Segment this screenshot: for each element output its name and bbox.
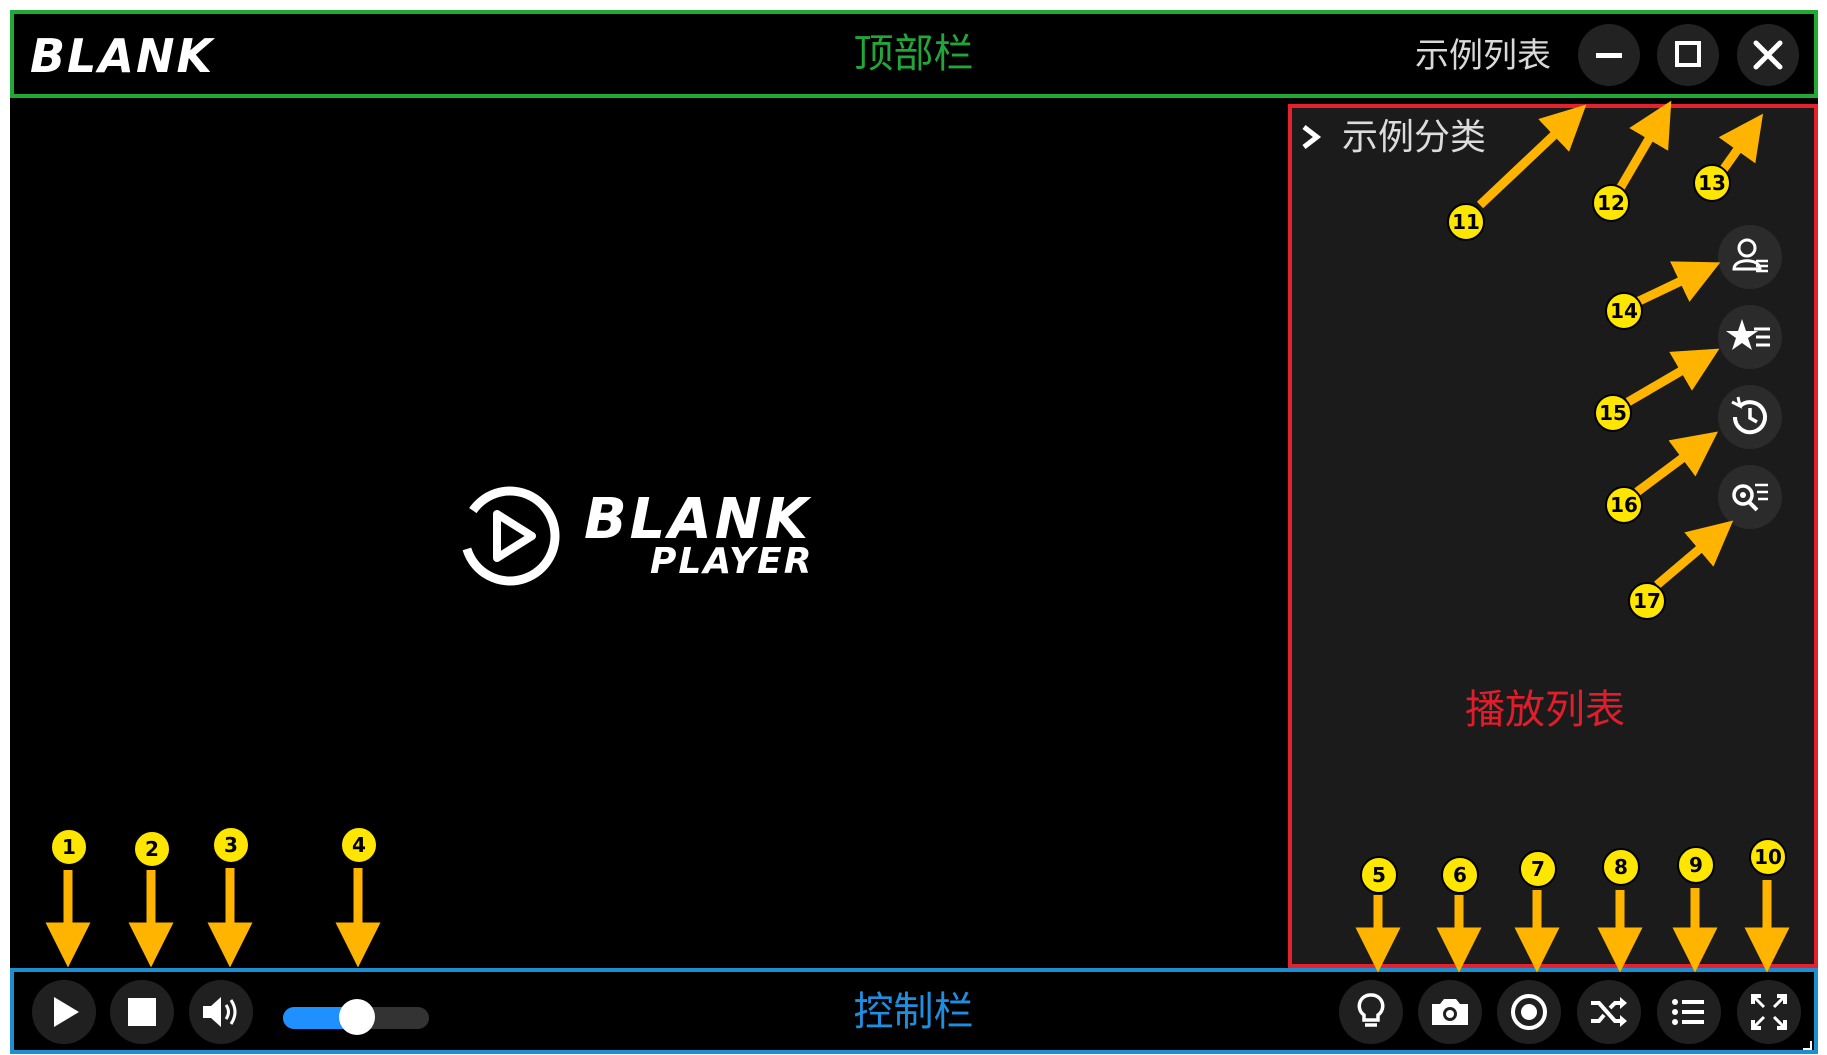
annotation-badge: 1 bbox=[50, 828, 88, 866]
annotation-badge: 13 bbox=[1693, 164, 1731, 202]
annotation-badge: 3 bbox=[212, 826, 250, 864]
annotation-badge: 14 bbox=[1605, 292, 1643, 330]
annotation-badge: 17 bbox=[1628, 582, 1666, 620]
annotation-badge: 5 bbox=[1360, 856, 1398, 894]
annotation-badge: 2 bbox=[133, 830, 171, 868]
annotation-badge: 10 bbox=[1749, 838, 1787, 876]
annotation-badge: 4 bbox=[340, 826, 378, 864]
annotation-badge: 12 bbox=[1592, 184, 1630, 222]
annotation-badge: 9 bbox=[1677, 846, 1715, 884]
annotation-badge: 6 bbox=[1441, 856, 1479, 894]
annotation-badge: 16 bbox=[1605, 486, 1643, 524]
annotation-badge: 8 bbox=[1602, 848, 1640, 886]
annotation-badge: 7 bbox=[1519, 850, 1557, 888]
resize-grip-icon[interactable] bbox=[1801, 1039, 1813, 1051]
annotation-badge: 15 bbox=[1594, 394, 1632, 432]
annotation-arrows bbox=[45, 100, 1790, 973]
annotation-badge: 11 bbox=[1447, 203, 1485, 241]
